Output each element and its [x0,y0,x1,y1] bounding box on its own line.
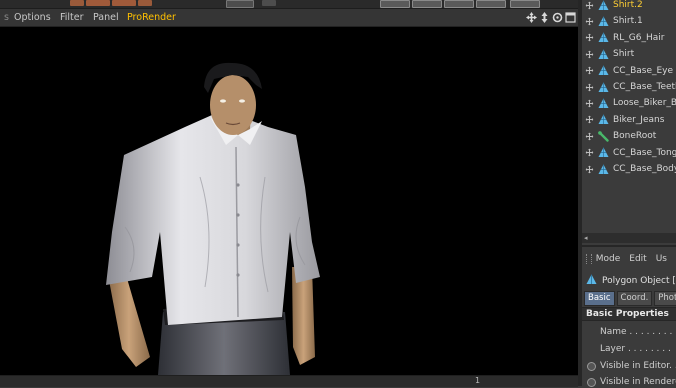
polygon-object-icon [598,147,609,158]
property-label: Layer . . . . . . . . [600,344,671,354]
tab-basic[interactable]: Basic [584,291,615,306]
menu-item-user-data[interactable]: Us [656,254,667,264]
polygon-object-icon [598,16,609,27]
rotate-icon[interactable] [552,11,563,24]
tool-button[interactable] [138,0,152,6]
viewport-statusbar: 1 [0,375,578,387]
section-header: Basic Properties [582,307,676,321]
polygon-object-icon [598,82,609,93]
polygon-object-icon [598,49,609,60]
attribute-manager: Mode Edit Us Polygon Object [ Basic Coor… [582,245,676,388]
polygon-object-icon [598,0,609,11]
attribute-object-header: Polygon Object [ [586,274,676,288]
polygon-object-icon [598,164,609,175]
move-icon[interactable] [526,11,537,24]
object-row[interactable]: Shirt [582,46,676,62]
polygon-object-icon [598,65,609,76]
expand-plus-icon[interactable] [585,66,594,75]
object-label: CC_Base_Body [613,164,676,174]
tool-button[interactable] [380,0,410,8]
tool-button[interactable] [444,0,474,8]
expand-plus-icon[interactable] [585,1,594,10]
polygon-object-icon [598,98,609,109]
polygon-object-icon [598,32,609,43]
menu-item-prorender[interactable]: ProRender [127,12,176,23]
property-row[interactable]: Visible in Rendere [582,375,676,388]
tab-phong[interactable]: Phot [654,291,676,306]
object-row[interactable]: CC_Base_Teeth [582,79,676,95]
object-manager-scrollbar[interactable]: ◂ [582,233,676,243]
radio-dot-icon[interactable] [587,361,596,371]
viewport-nav-icons [526,11,576,24]
scroll-left-arrow-icon[interactable]: ◂ [584,234,588,242]
expand-plus-icon[interactable] [585,115,594,124]
expand-plus-icon[interactable] [585,17,594,26]
tool-button[interactable] [510,0,540,8]
tool-button[interactable] [86,0,110,6]
property-row[interactable]: Name . . . . . . . . [582,325,676,339]
object-row[interactable]: RL_G6_Hair [582,30,676,46]
property-label: Visible in Editor. . [600,361,676,371]
tool-button[interactable] [412,0,442,8]
attribute-menubar: Mode Edit Us [582,252,676,266]
rendered-character [106,62,320,375]
object-row[interactable]: CC_Base_Body [582,161,676,177]
object-label: Shirt.1 [613,16,643,27]
object-label: Shirt.2 [613,0,643,10]
object-label: Loose_Biker_Bo [613,98,676,109]
object-row[interactable]: CC_Base_Tongu [582,145,676,161]
property-row[interactable]: Visible in Editor. . [582,359,676,373]
tool-button[interactable] [70,0,84,6]
polygon-object-icon [586,274,597,288]
expand-plus-icon[interactable] [585,99,594,108]
menu-item-partial[interactable]: s [4,12,9,23]
object-row[interactable]: Shirt.2 [582,0,676,13]
tool-button[interactable] [476,0,506,8]
polygon-object-icon [598,114,609,125]
viewport-menubar: s Options Filter Panel ProRender [0,9,578,27]
attribute-tabs: Basic Coord. Phot [584,291,676,306]
object-label: BoneRoot [613,131,657,142]
object-row[interactable]: CC_Base_Eye [582,63,676,79]
status-readout: 1 [475,376,481,385]
expand-plus-icon[interactable] [585,148,594,157]
menu-item-mode[interactable]: Mode [596,254,621,264]
object-row[interactable]: Biker_Jeans [582,112,676,128]
object-label: CC_Base_Teeth [613,82,676,92]
expand-plus-icon[interactable] [585,33,594,42]
object-label: RL_G6_Hair [613,32,665,43]
menu-item-panel[interactable]: Panel [93,12,119,23]
object-manager: Shirt.2 Shirt.1 RL_G6_Hair Shirt CC_Base_Eye… [582,0,676,245]
menu-item-filter[interactable]: Filter [60,12,84,23]
property-row[interactable]: Layer . . . . . . . . [582,342,676,356]
radio-dot-icon[interactable] [587,377,596,387]
object-label: CC_Base_Tongu [613,147,676,158]
property-label: Name . . . . . . . . [600,327,673,337]
object-label: CC_Base_Eye [613,65,674,76]
object-label: Shirt [613,49,635,60]
object-label: Biker_Jeans [613,114,665,125]
joint-icon [598,130,609,142]
object-row[interactable]: Loose_Biker_Bo [582,95,676,111]
tool-button[interactable] [226,0,254,8]
section-title: Basic Properties [586,309,669,319]
main-toolbar-strip [0,0,578,9]
object-row[interactable]: Shirt.1 [582,13,676,29]
maximize-icon[interactable] [565,11,576,24]
menu-item-options[interactable]: Options [14,12,51,23]
expand-plus-icon[interactable] [585,132,594,141]
attribute-object-title: Polygon Object [ [602,276,676,286]
expand-plus-icon[interactable] [585,50,594,59]
object-row[interactable]: BoneRoot [582,128,676,144]
tool-button[interactable] [262,0,276,6]
zoom-icon[interactable] [539,11,550,24]
grip-handle-icon[interactable] [586,254,592,264]
tool-button[interactable] [112,0,136,6]
expand-plus-icon[interactable] [585,83,594,92]
expand-plus-icon[interactable] [585,165,594,174]
menu-item-edit[interactable]: Edit [629,254,646,264]
3d-viewport[interactable] [0,27,578,375]
tab-coord[interactable]: Coord. [616,291,653,306]
